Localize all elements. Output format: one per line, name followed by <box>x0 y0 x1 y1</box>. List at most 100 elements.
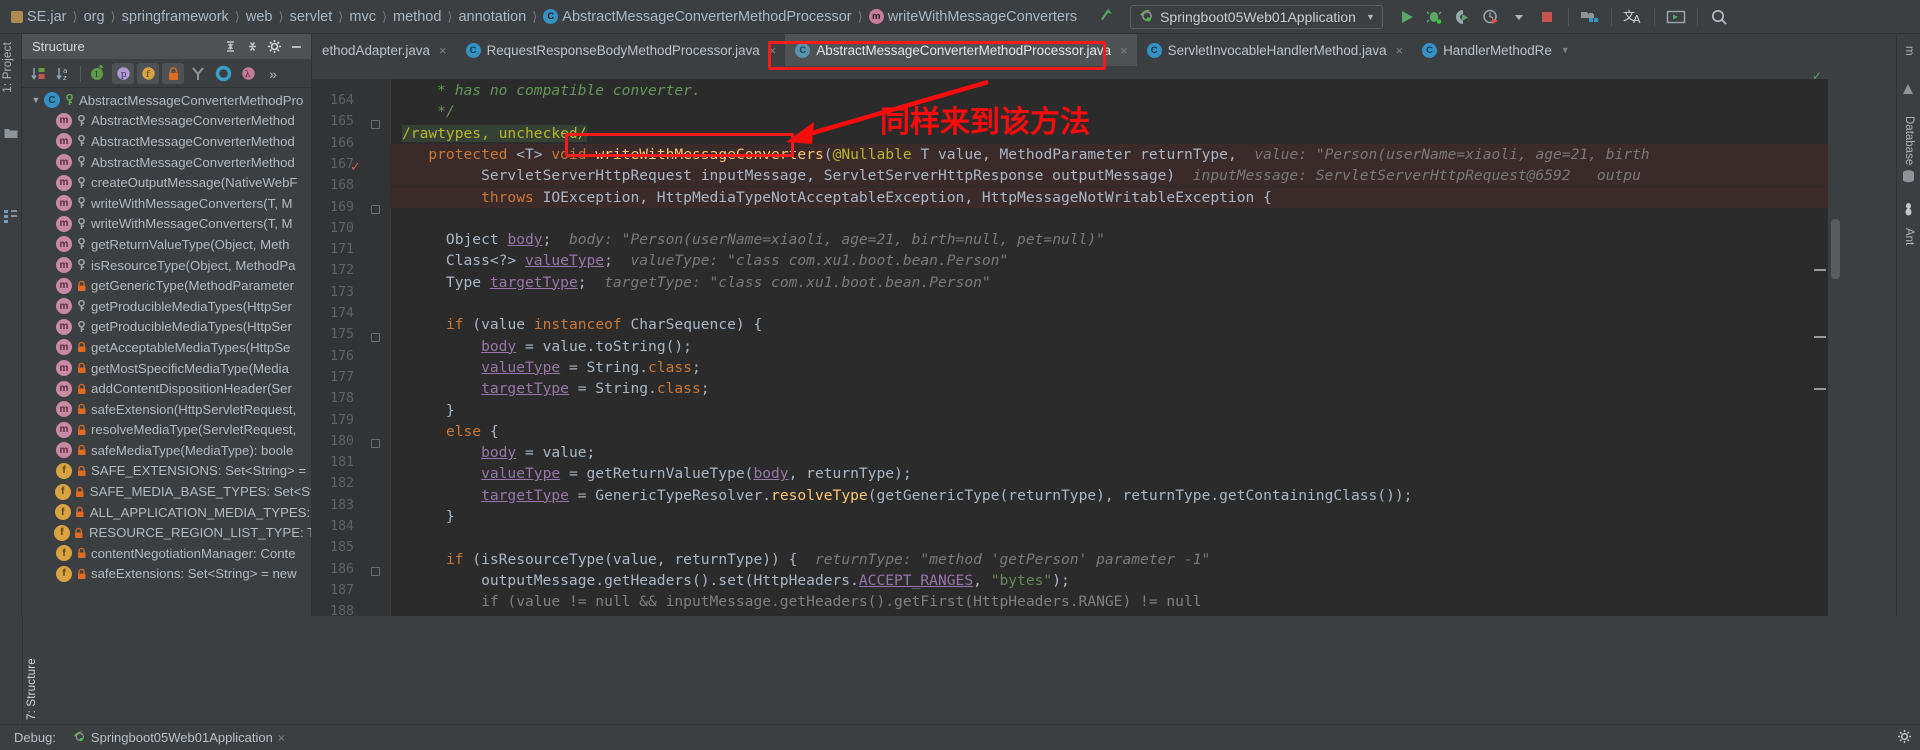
collapse-all-button[interactable] <box>241 36 263 58</box>
fields-icon[interactable]: f <box>137 63 159 84</box>
sort-alpha-icon[interactable]: a z <box>52 63 74 84</box>
chevron-down-icon[interactable]: ▼ <box>28 95 44 105</box>
code-line[interactable]: throws IOException, HttpMediaTypeNotAcce… <box>402 187 1272 208</box>
code-line[interactable]: valueType = String.class; <box>402 357 701 378</box>
structure-method-node[interactable]: m resolveMediaType(ServletRequest, <box>22 420 311 441</box>
chevron-right-icon[interactable]: » <box>262 63 284 84</box>
anonymous-icon[interactable] <box>212 63 234 84</box>
structure-method-node[interactable]: m writeWithMessageConverters(T, M <box>22 214 311 235</box>
code-fold-icon[interactable] <box>370 439 380 449</box>
stop-button[interactable] <box>1534 4 1560 30</box>
scrollbar-thumb[interactable] <box>1831 219 1840 279</box>
sort-visibility-icon[interactable] <box>27 63 49 84</box>
breadcrumb-item-web[interactable]: web <box>241 5 278 29</box>
tool-window-maven[interactable]: m <box>1899 42 1919 60</box>
structure-tree[interactable]: ▼ C AbstractMessageConverterMethodPro m Abst… <box>22 88 311 616</box>
tool-window-ant[interactable]: Ant <box>1899 224 1919 249</box>
close-icon[interactable]: × <box>1396 43 1404 58</box>
breadcrumb-item-class[interactable]: C AbstractMessageConverterMethodProcesso… <box>538 5 856 29</box>
tab-abstract-message-converter-method-processor[interactable]: C AbstractMessageConverterMethodProcessor… <box>785 34 1137 66</box>
code-line[interactable]: targetType = String.class; <box>402 378 709 399</box>
editor-gutter[interactable]: 164 165 166 167 ✓ 168 169 170 171 172 173 174 175 176… <box>312 79 390 616</box>
code-line[interactable]: valueType = getReturnValueType(body, ret… <box>402 463 912 484</box>
properties-icon[interactable]: p <box>112 63 134 84</box>
structure-field-node[interactable]: f safeExtensions: Set<String> = new <box>22 564 311 585</box>
code-line[interactable]: body = value; <box>402 442 595 463</box>
code-line[interactable]: body = value.toString(); <box>402 336 692 357</box>
profiler-dropdown[interactable] <box>1506 4 1532 30</box>
search-everywhere-button[interactable] <box>1706 4 1732 30</box>
gear-icon[interactable] <box>1897 729 1912 747</box>
structure-method-node[interactable]: m getProducibleMediaTypes(HttpSer <box>22 317 311 338</box>
debug-session-tab[interactable]: Springboot05Web01Application × <box>64 729 293 746</box>
structure-class-node[interactable]: ▼ C AbstractMessageConverterMethodPro <box>22 90 311 111</box>
close-icon[interactable]: × <box>1120 43 1128 58</box>
editor-scrollbar[interactable] <box>1828 79 1842 616</box>
lambda-icon[interactable]: λ <box>237 63 259 84</box>
structure-method-node[interactable]: m AbstractMessageConverterMethod <box>22 152 311 173</box>
chevron-down-icon[interactable]: ▼ <box>1561 45 1570 55</box>
structure-method-node[interactable]: m addContentDispositionHeader(Ser <box>22 378 311 399</box>
code-fold-icon[interactable] <box>370 205 380 215</box>
structure-method-node[interactable]: m getAcceptableMediaTypes(HttpSe <box>22 337 311 358</box>
project-structure-button[interactable] <box>1577 4 1603 30</box>
code-line[interactable]: } <box>402 506 455 527</box>
structure-field-node[interactable]: f SAFE_MEDIA_BASE_TYPES: Set<Stri <box>22 481 311 502</box>
translate-button[interactable]: 文 A <box>1620 4 1646 30</box>
tab-servlet-invocable-handler-method[interactable]: C ServletInvocableHandlerMethod.java × <box>1137 34 1412 66</box>
run-configuration-selector[interactable]: Springboot05Web01Application ▼ <box>1130 4 1383 29</box>
code-line[interactable]: } <box>402 400 455 421</box>
code-line[interactable]: else { <box>402 421 499 442</box>
structure-method-node[interactable]: m AbstractMessageConverterMethod <box>22 111 311 132</box>
tab-handler-method-re[interactable]: C HandlerMethodRe ▼ <box>1412 34 1579 66</box>
structure-field-node[interactable]: f ALL_APPLICATION_MEDIA_TYPES: L <box>22 502 311 523</box>
tool-window-project[interactable]: 1: Project <box>0 38 17 97</box>
run-with-coverage-button[interactable] <box>1450 4 1476 30</box>
run-button[interactable] <box>1394 4 1420 30</box>
code-line[interactable]: /rawtypes, unchecked/ <box>402 123 587 144</box>
navigate-up-icon[interactable] <box>1096 3 1118 30</box>
code-line[interactable]: Object body; body: "Person(userName=xiao… <box>402 229 1105 250</box>
breadcrumb-item-mvc[interactable]: mvc <box>344 5 381 29</box>
tab-request-response-body-method-processor[interactable]: C RequestResponseBodyMethodProcessor.java… <box>456 34 786 66</box>
code-line[interactable]: outputMessage.getHeaders().set(HttpHeade… <box>402 570 1070 591</box>
structure-method-node[interactable]: m getReturnValueType(Object, Meth <box>22 234 311 255</box>
structure-method-node[interactable]: m getMostSpecificMediaType(Media <box>22 358 311 379</box>
structure-method-node[interactable]: m safeExtension(HttpServletRequest, <box>22 399 311 420</box>
expand-all-button[interactable] <box>219 36 241 58</box>
code-line[interactable]: if (isResourceType(value, returnType)) {… <box>402 549 1210 570</box>
debug-button[interactable] <box>1422 4 1448 30</box>
structure-method-node[interactable]: m getProducibleMediaTypes(HttpSer <box>22 296 311 317</box>
code-fold-icon[interactable] <box>370 119 380 129</box>
structure-method-node[interactable]: m createOutputMessage(NativeWebF <box>22 172 311 193</box>
close-icon[interactable]: × <box>439 43 447 58</box>
group-icon[interactable] <box>187 63 209 84</box>
code-fold-icon[interactable] <box>370 332 380 342</box>
code-editor[interactable]: 164 165 166 167 ✓ 168 169 170 171 172 173 174 175 176… <box>312 66 1842 616</box>
breakpoint-icon[interactable]: ✓ <box>350 159 361 175</box>
code-line[interactable]: ServletServerHttpRequest inputMessage, S… <box>402 165 1641 186</box>
code-text[interactable]: * has no compatible converter. *//rawtyp… <box>390 79 1842 616</box>
gear-icon[interactable] <box>263 36 285 58</box>
close-icon[interactable]: × <box>769 43 777 58</box>
close-icon[interactable]: × <box>278 731 285 745</box>
code-line[interactable]: protected <T> void writeWithMessageConve… <box>402 144 1649 165</box>
structure-method-node[interactable]: m isResourceType(Object, MethodPa <box>22 255 311 276</box>
structure-field-node[interactable]: f RESOURCE_REGION_LIST_TYPE: Typ <box>22 522 311 543</box>
tool-window-database[interactable]: Database <box>1899 112 1919 169</box>
structure-method-node[interactable]: m writeWithMessageConverters(T, M <box>22 193 311 214</box>
code-line[interactable]: * has no compatible converter. <box>402 80 701 101</box>
breadcrumb-item-servlet[interactable]: servlet <box>285 5 338 29</box>
structure-field-node[interactable]: f SAFE_EXTENSIONS: Set<String> = <box>22 461 311 482</box>
breadcrumb-item-method[interactable]: method <box>388 5 446 29</box>
code-line[interactable]: targetType = GenericTypeResolver.resolve… <box>402 485 1412 506</box>
code-fold-icon[interactable] <box>370 567 380 577</box>
structure-method-node[interactable]: m getGenericType(MethodParameter <box>22 275 311 296</box>
code-line[interactable]: Class<?> valueType; valueType: "class co… <box>402 250 1008 271</box>
tab-method-adapter[interactable]: ethodAdapter.java × <box>312 34 456 66</box>
terminal-button[interactable] <box>1663 4 1689 30</box>
structure-method-node[interactable]: m safeMediaType(MediaType): boole <box>22 440 311 461</box>
minimize-icon[interactable] <box>285 36 307 58</box>
structure-method-node[interactable]: m AbstractMessageConverterMethod <box>22 131 311 152</box>
breadcrumb-item-springframework[interactable]: springframework <box>117 5 234 29</box>
